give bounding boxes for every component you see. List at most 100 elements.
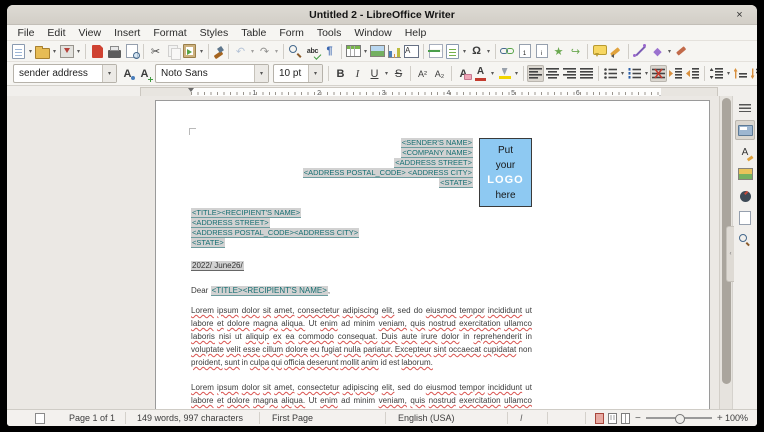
redo-dropdown[interactable]: ▾ <box>273 43 280 60</box>
insert-comment-icon[interactable] <box>591 43 608 60</box>
export-pdf-icon[interactable] <box>89 43 106 60</box>
decrease-indent-icon[interactable] <box>684 65 701 82</box>
placeholder-field[interactable]: <STATE> <box>191 238 225 248</box>
no-list-icon[interactable] <box>650 65 667 82</box>
increase-paragraph-spacing-icon[interactable] <box>732 65 749 82</box>
align-center-icon[interactable] <box>544 65 561 82</box>
new-document-icon[interactable] <box>10 43 27 60</box>
save-dropdown[interactable]: ▾ <box>75 43 82 60</box>
zoom-slider-thumb[interactable] <box>675 414 685 424</box>
placeholder-field[interactable]: <COMPANY NAME> <box>401 148 473 158</box>
spelling-icon[interactable]: abc <box>304 43 321 60</box>
save-icon[interactable] <box>58 43 75 60</box>
align-left-icon[interactable] <box>527 65 544 82</box>
font-color-icon[interactable]: A <box>472 65 489 82</box>
ordered-list-dropdown[interactable]: ▾ <box>643 65 650 82</box>
insert-page-break-icon[interactable] <box>427 43 444 60</box>
menu-item[interactable]: View <box>72 27 108 39</box>
justify-icon[interactable] <box>578 65 595 82</box>
track-changes-icon[interactable] <box>608 43 625 60</box>
basic-shapes-icon[interactable]: ◆ <box>649 43 666 60</box>
font-name-combo[interactable]: Noto Sans ▾ <box>155 64 269 83</box>
menu-item[interactable]: Table <box>235 27 273 39</box>
word-count[interactable]: 149 words, 997 characters <box>137 410 243 426</box>
sidebar-style-inspector-icon[interactable] <box>735 230 755 250</box>
increase-indent-icon[interactable] <box>667 65 684 82</box>
sidebar-styles-icon[interactable]: A <box>735 142 755 162</box>
paste-dropdown[interactable]: ▾ <box>198 43 205 60</box>
formatting-marks-icon[interactable]: ¶ <box>321 43 338 60</box>
line-spacing-dropdown[interactable]: ▾ <box>725 65 732 82</box>
font-name-dropdown[interactable]: ▾ <box>254 65 268 82</box>
insert-hyperlink-icon[interactable] <box>499 43 516 60</box>
insert-field-dropdown[interactable]: ▾ <box>461 43 468 60</box>
font-color-dropdown[interactable]: ▾ <box>489 65 496 82</box>
special-character-dropdown[interactable]: ▾ <box>485 43 492 60</box>
date-field[interactable]: 2022/ June26/ <box>191 261 244 271</box>
font-size-combo[interactable]: 10 pt ▾ <box>273 64 323 83</box>
paragraph-style-combo[interactable]: sender address ▾ <box>13 64 117 83</box>
update-style-icon[interactable]: A <box>119 65 136 82</box>
menu-item[interactable]: Insert <box>108 27 147 39</box>
print-preview-icon[interactable] <box>123 43 140 60</box>
insert-field-icon[interactable] <box>444 43 461 60</box>
placeholder-field[interactable]: <ADDRESS STREET> <box>394 158 473 168</box>
insert-footnote-icon[interactable]: 1 <box>516 43 533 60</box>
show-draw-functions-icon[interactable] <box>673 43 690 60</box>
close-icon[interactable]: × <box>732 7 747 22</box>
multi-page-view-icon[interactable] <box>608 413 617 424</box>
sidebar-settings-icon[interactable] <box>735 98 755 118</box>
undo-dropdown[interactable]: ▾ <box>249 43 256 60</box>
insert-chart-icon[interactable] <box>386 43 403 60</box>
text-language[interactable]: English (USA) <box>398 410 455 426</box>
placeholder-field[interactable]: <TITLE><RECIPIENT'S NAME> <box>211 286 328 296</box>
placeholder-field[interactable]: <ADDRESS STREET> <box>191 218 270 228</box>
unordered-list-icon[interactable] <box>602 65 619 82</box>
menu-item[interactable]: Tools <box>310 27 348 39</box>
placeholder-field[interactable]: <ADDRESS POSTAL_CODE> <ADDRESS CITY> <box>303 168 473 178</box>
logo-placeholder-frame[interactable]: Put your LOGO here <box>479 138 532 207</box>
menu-item[interactable]: Edit <box>41 27 72 39</box>
page-style[interactable]: First Page <box>272 410 313 426</box>
underline-dropdown[interactable]: ▾ <box>383 65 390 82</box>
document-page[interactable]: <SENDER'S NAME><COMPANY NAME><ADDRESS ST… <box>155 100 710 410</box>
highlight-color-dropdown[interactable]: ▾ <box>513 65 520 82</box>
selection-mode[interactable]: I <box>520 410 523 426</box>
italic-icon[interactable]: I <box>349 65 366 82</box>
find-replace-icon[interactable] <box>287 43 304 60</box>
zoom-slider[interactable] <box>646 417 712 419</box>
menu-item[interactable]: File <box>11 27 41 39</box>
document-modified-icon[interactable] <box>35 410 45 426</box>
subscript-icon[interactable]: A₂ <box>431 65 448 82</box>
insert-line-icon[interactable] <box>632 43 649 60</box>
placeholder-field[interactable]: <ADDRESS POSTAL_CODE><ADDRESS CITY> <box>191 228 359 238</box>
copy-icon[interactable] <box>164 43 181 60</box>
sidebar-hide-handle[interactable]: ‹ <box>726 226 734 282</box>
placeholder-field[interactable]: <SENDER'S NAME> <box>401 138 473 148</box>
superscript-icon[interactable]: A² <box>414 65 431 82</box>
strikethrough-icon[interactable]: S <box>390 65 407 82</box>
cross-reference-icon[interactable]: ↪ <box>567 43 584 60</box>
sidebar-properties-icon[interactable] <box>735 120 755 140</box>
placeholder-field[interactable]: <TITLE><RECIPIENT'S NAME> <box>191 208 301 218</box>
special-character-icon[interactable]: Ω <box>468 43 485 60</box>
zoom-in-icon[interactable]: + <box>717 413 723 424</box>
page-count[interactable]: Page 1 of 1 <box>69 410 115 426</box>
paste-icon[interactable] <box>181 43 198 60</box>
sidebar-navigator-icon[interactable] <box>735 186 755 206</box>
underline-icon[interactable]: U <box>366 65 383 82</box>
basic-shapes-dropdown[interactable]: ▾ <box>666 43 673 60</box>
insert-bookmark-icon[interactable]: ★ <box>550 43 567 60</box>
insert-endnote-icon[interactable]: i <box>533 43 550 60</box>
single-page-view-icon[interactable] <box>595 413 604 424</box>
unordered-list-dropdown[interactable]: ▾ <box>619 65 626 82</box>
menu-item[interactable]: Styles <box>193 27 235 39</box>
sidebar-gallery-icon[interactable] <box>735 164 755 184</box>
menu-item[interactable]: Form <box>273 27 311 39</box>
open-file-icon[interactable] <box>34 43 51 60</box>
cut-icon[interactable]: ✂ <box>147 43 164 60</box>
menu-item[interactable]: Format <box>147 27 193 39</box>
menu-item[interactable]: Window <box>348 27 398 39</box>
clone-formatting-icon[interactable] <box>212 45 225 58</box>
insert-table-icon[interactable] <box>345 43 362 60</box>
